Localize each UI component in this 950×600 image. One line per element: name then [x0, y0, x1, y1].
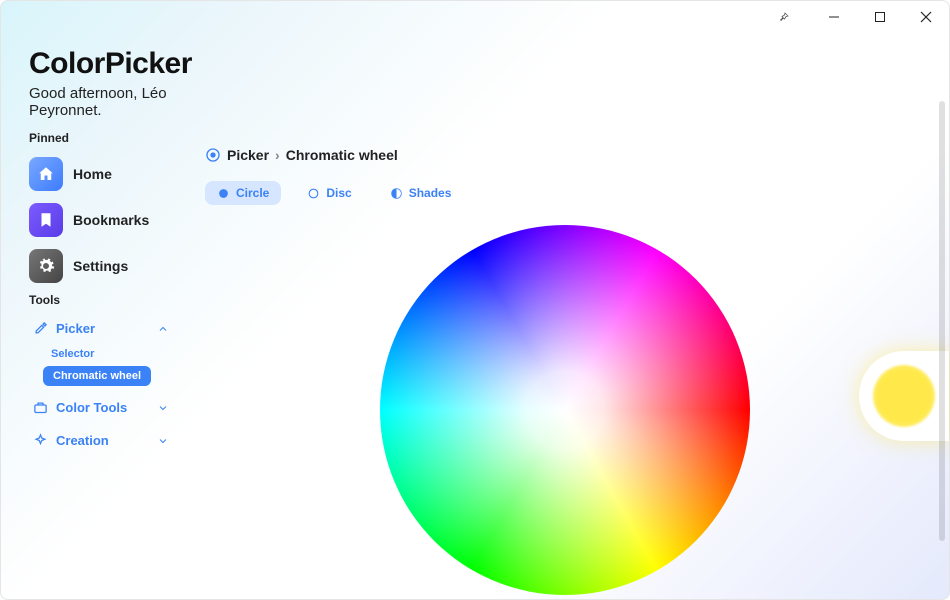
eyedropper-icon — [33, 321, 48, 336]
tool-color-tools-header[interactable]: Color Tools — [29, 394, 173, 421]
tool-group-color-tools: Color Tools — [29, 394, 173, 421]
tab-label: Disc — [326, 186, 351, 200]
breadcrumb-root[interactable]: Picker — [227, 147, 269, 163]
app-title: ColorPicker — [29, 47, 173, 81]
sidebar-item-label: Bookmarks — [73, 212, 149, 228]
chevron-down-icon — [157, 402, 169, 414]
tool-label: Picker — [56, 321, 149, 336]
color-wheel-container — [205, 225, 925, 595]
maximize-icon — [874, 11, 886, 23]
tool-group-picker: Picker Selector Chromatic wheel — [29, 315, 173, 388]
sidebar-item-bookmarks[interactable]: Bookmarks — [29, 199, 173, 241]
picker-breadcrumb-icon — [205, 147, 221, 163]
minimize-button[interactable] — [811, 1, 857, 33]
tool-sub-chromatic-wheel[interactable]: Chromatic wheel — [43, 366, 151, 386]
titlebar — [761, 1, 949, 33]
tool-group-creation: Creation — [29, 427, 173, 454]
floating-color-swatch[interactable] — [859, 351, 949, 441]
breadcrumb-separator: › — [275, 147, 280, 163]
sidebar-item-label: Home — [73, 166, 112, 182]
tab-label: Circle — [236, 186, 269, 200]
chevron-up-icon — [157, 323, 169, 335]
breadcrumb: Picker › Chromatic wheel — [205, 147, 925, 163]
minimize-icon — [828, 11, 840, 23]
tool-sub-selector[interactable]: Selector — [43, 344, 102, 364]
tab-circle[interactable]: Circle — [205, 181, 281, 205]
tab-disc[interactable]: Disc — [295, 181, 363, 205]
close-button[interactable] — [903, 1, 949, 33]
main-layout: ColorPicker Good afternoon, Léo Peyronne… — [1, 1, 949, 599]
close-icon — [920, 11, 932, 23]
sidebar-item-label: Settings — [73, 258, 128, 274]
home-icon — [29, 157, 63, 191]
pin-icon — [778, 11, 790, 23]
tool-picker-subitems: Selector Chromatic wheel — [29, 344, 173, 388]
greeting-text: Good afternoon, Léo Peyronnet. — [29, 85, 173, 119]
sidebar-item-settings[interactable]: Settings — [29, 245, 173, 287]
maximize-button[interactable] — [857, 1, 903, 33]
sidebar-item-home[interactable]: Home — [29, 153, 173, 195]
swatch-color-preview — [873, 365, 935, 427]
tab-shades[interactable]: Shades — [378, 181, 464, 205]
bookmark-icon — [29, 203, 63, 237]
sparkle-icon — [33, 433, 48, 448]
tab-label: Shades — [409, 186, 452, 200]
gear-icon — [29, 249, 63, 283]
shades-icon — [390, 187, 403, 200]
toolbox-icon — [33, 400, 48, 415]
chevron-down-icon — [157, 435, 169, 447]
tool-picker-header[interactable]: Picker — [29, 315, 173, 342]
color-wheel[interactable] — [380, 225, 750, 595]
vertical-scrollbar[interactable] — [939, 101, 945, 541]
circle-outline-icon — [307, 187, 320, 200]
tool-label: Color Tools — [56, 400, 149, 415]
tool-label: Creation — [56, 433, 149, 448]
wheel-mode-tabs: Circle Disc Shades — [205, 181, 925, 205]
pin-button[interactable] — [761, 1, 807, 33]
content-area: Picker › Chromatic wheel Circle Disc Sha… — [181, 31, 949, 599]
circle-filled-icon — [217, 187, 230, 200]
pinned-section-label: Pinned — [29, 131, 173, 145]
tool-creation-header[interactable]: Creation — [29, 427, 173, 454]
tools-section-label: Tools — [29, 293, 173, 307]
sidebar: ColorPicker Good afternoon, Léo Peyronne… — [1, 31, 181, 599]
app-window: ColorPicker Good afternoon, Léo Peyronne… — [0, 0, 950, 600]
breadcrumb-current: Chromatic wheel — [286, 147, 398, 163]
